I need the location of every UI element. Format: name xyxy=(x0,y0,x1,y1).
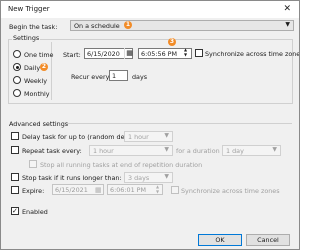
dialog-title: New Trigger xyxy=(8,5,50,13)
stop-task-longer-checkbox[interactable] xyxy=(11,173,19,181)
radio-one-time-label: One time xyxy=(24,51,54,59)
stop-task-longer-value: 3 days xyxy=(128,174,150,182)
title-bar: New Trigger ✕ xyxy=(1,1,299,18)
step-badge-3: 3 xyxy=(168,38,176,46)
chevron-down-icon: ▼ xyxy=(272,146,277,153)
expire-label: Expire: xyxy=(22,187,45,195)
calendar-icon[interactable]: ▦ xyxy=(124,48,134,59)
advanced-settings-divider xyxy=(66,123,292,124)
expire-time-value: 6:06:01 PM xyxy=(110,186,147,194)
enabled-label: Enabled xyxy=(22,208,48,216)
stop-running-tasks-checkbox[interactable] xyxy=(29,160,37,168)
sync-time-zones-label: Synchronize across time zones xyxy=(205,50,300,58)
recur-every-value: 1 xyxy=(112,72,117,80)
begin-task-value: On a schedule xyxy=(74,22,120,30)
radio-daily[interactable] xyxy=(13,63,21,71)
step-badge-1: 1 xyxy=(124,21,132,29)
expire-time-input[interactable]: 6:06:01 PM xyxy=(107,184,163,195)
start-time-value: 6:05:56 PM xyxy=(141,50,178,58)
repeat-task-select[interactable]: 1 hour ▼ xyxy=(89,145,173,156)
close-icon[interactable]: ✕ xyxy=(283,4,291,14)
calendar-icon[interactable]: ▦ xyxy=(95,185,102,195)
new-trigger-dialog: New Trigger ✕ Begin the task: On a sched… xyxy=(0,0,300,250)
step-badge-2: 2 xyxy=(40,63,48,71)
settings-group-title: Settings xyxy=(12,34,41,42)
delay-task-label: Delay task for up to (random delay): xyxy=(22,133,139,141)
expire-date-value: 6/15/2021 xyxy=(55,186,88,194)
repeat-task-checkbox[interactable] xyxy=(11,146,19,154)
delay-task-checkbox[interactable] xyxy=(11,132,19,140)
duration-value: 1 day xyxy=(226,147,244,155)
start-label: Start: xyxy=(63,51,81,59)
begin-task-select[interactable]: On a schedule ▼ xyxy=(70,20,294,31)
chevron-down-icon: ▼ xyxy=(164,173,169,180)
stop-running-tasks-label: Stop all running tasks at end of repetit… xyxy=(40,161,203,169)
recur-unit-label: days xyxy=(132,73,148,81)
radio-weekly-label: Weekly xyxy=(24,77,48,85)
stop-task-longer-select[interactable]: 3 days ▼ xyxy=(124,172,173,183)
enabled-checkbox[interactable]: ✓ xyxy=(11,207,19,215)
sync-time-zones-checkbox[interactable] xyxy=(195,49,203,57)
advanced-settings-title: Advanced settings xyxy=(9,120,69,128)
duration-select[interactable]: 1 day ▼ xyxy=(222,145,281,156)
delay-task-select[interactable]: 1 hour ▼ xyxy=(124,131,173,142)
ok-button[interactable]: OK xyxy=(198,234,242,246)
time-spinner-icon[interactable]: ▲ ▼ xyxy=(184,47,187,57)
begin-task-label: Begin the task: xyxy=(9,23,58,31)
chevron-down-icon: ▼ xyxy=(164,146,169,153)
expire-checkbox[interactable] xyxy=(11,186,19,194)
radio-monthly-label: Monthly xyxy=(24,90,50,98)
recur-every-input[interactable]: 1 xyxy=(109,70,128,81)
start-date-value: 6/15/2020 xyxy=(87,50,120,58)
delay-task-value: 1 hour xyxy=(128,133,149,141)
time-spinner-icon[interactable]: ▲ ▼ xyxy=(156,184,159,194)
radio-one-time[interactable] xyxy=(13,50,21,58)
expire-sync-time-zones-label: Synchronize across time zones xyxy=(181,187,280,195)
radio-daily-label: Daily xyxy=(24,64,41,72)
radio-weekly[interactable] xyxy=(13,76,21,84)
stop-task-longer-label: Stop task if it runs longer than: xyxy=(22,174,122,182)
radio-monthly[interactable] xyxy=(13,89,21,97)
chevron-down-icon: ▼ xyxy=(285,21,290,28)
checkmark-icon: ✓ xyxy=(12,207,18,215)
chevron-down-icon: ▼ xyxy=(164,132,169,139)
repeat-task-label: Repeat task every: xyxy=(22,147,82,155)
cancel-button[interactable]: Cancel xyxy=(246,234,290,246)
expire-sync-time-zones-checkbox[interactable] xyxy=(171,186,179,194)
repeat-task-value: 1 hour xyxy=(93,147,114,155)
recur-every-label: Recur every: xyxy=(71,73,112,81)
